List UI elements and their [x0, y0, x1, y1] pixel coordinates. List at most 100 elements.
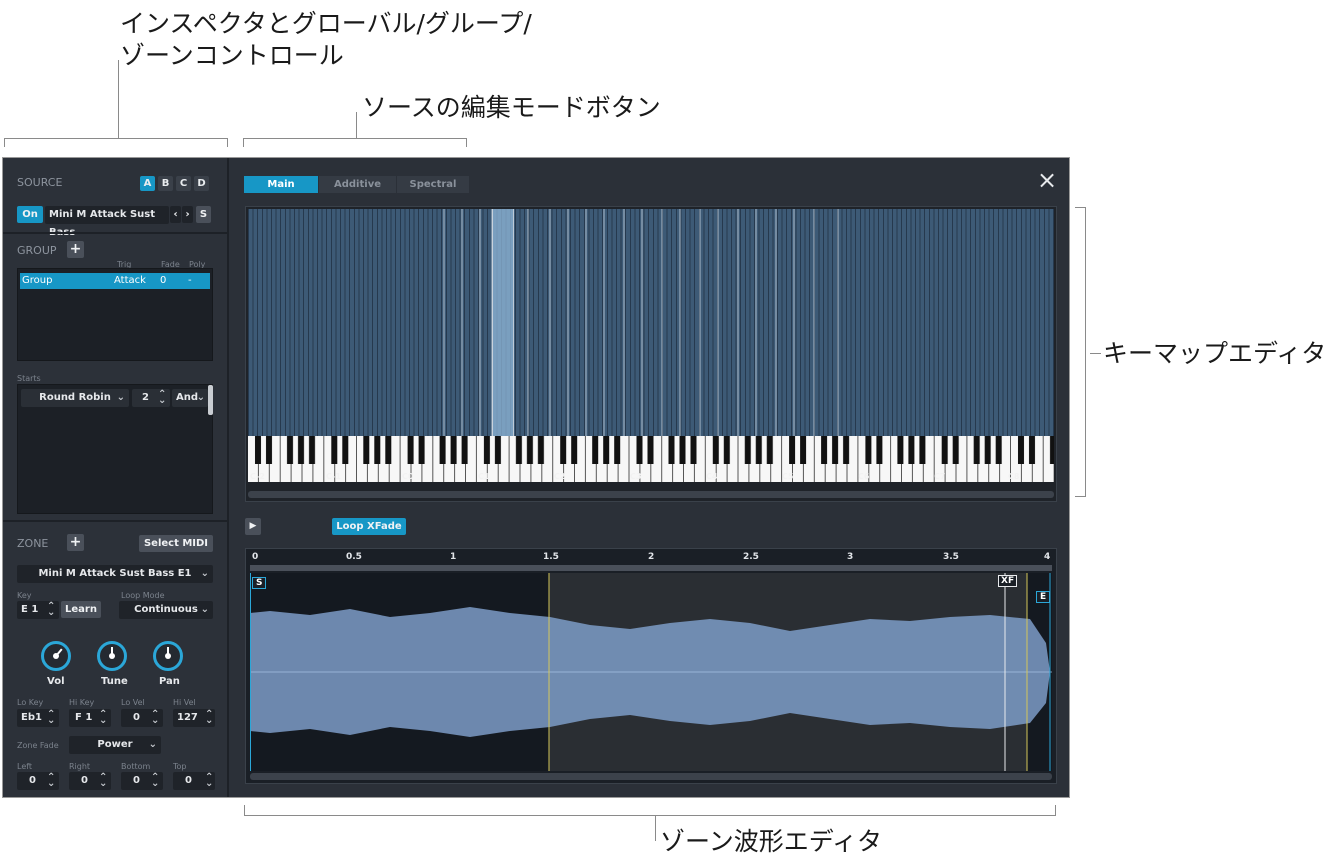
ruler-label: 3: [847, 552, 853, 562]
ruler-label: 0: [252, 552, 258, 562]
octave-label: C3: [630, 472, 641, 481]
starts-mode-select[interactable]: Round Robin ⌄: [21, 389, 129, 407]
source-b-button[interactable]: B: [158, 176, 173, 191]
pan-knob[interactable]: [153, 641, 183, 671]
key-zone-grid[interactable]: [248, 209, 1054, 436]
callout-inspector: インスペクタとグローバル/グループ/ ゾーンコントロール: [120, 8, 532, 72]
starts-label: Starts: [17, 374, 41, 383]
start-marker[interactable]: S: [252, 577, 266, 589]
loop-mode-label: Loop Mode: [121, 591, 165, 600]
key-field[interactable]: E 1 ⌃⌄: [17, 601, 59, 619]
pan-label: Pan: [159, 676, 180, 687]
leader-inspector: [118, 60, 119, 138]
stepper-icon[interactable]: ⌃⌄: [47, 775, 55, 787]
source-next-button[interactable]: ›: [182, 206, 193, 223]
waveform-scrollbar[interactable]: [250, 773, 1052, 780]
zone-label: ZONE: [17, 537, 48, 550]
vol-knob[interactable]: [41, 641, 71, 671]
callout-zone-waveform-editor: ゾーン波形エディタ: [660, 826, 882, 858]
end-marker[interactable]: E: [1036, 591, 1050, 603]
group-row[interactable]: Group Attack 0 -: [20, 273, 210, 289]
zone-fade-select[interactable]: Power ⌄: [69, 736, 161, 754]
source-prev-button[interactable]: ‹: [170, 206, 181, 223]
stepper-icon[interactable]: ⌃⌄: [158, 392, 166, 404]
callout-keymap-editor: キーマップエディタ: [1103, 338, 1326, 370]
source-label: SOURCE: [17, 176, 62, 189]
fade-bottom-value: 0: [133, 775, 140, 786]
keymap-scrollbar[interactable]: [248, 491, 1054, 498]
loop-range-bar[interactable]: [250, 565, 1052, 571]
group-row-fade: 0: [160, 273, 166, 289]
loop-mode-select[interactable]: Continuous ⌄: [119, 601, 213, 619]
zone-name-select[interactable]: Mini M Attack Sust Bass E1 ⌄: [17, 565, 213, 583]
tab-spectral[interactable]: Spectral: [397, 176, 469, 193]
hi-key-field[interactable]: F 1⌃⌄: [69, 709, 111, 727]
fade-bottom-field[interactable]: 0 ⌃⌄: [121, 772, 163, 790]
group-list[interactable]: Group Attack 0 -: [17, 268, 213, 361]
source-s-button[interactable]: S: [196, 206, 211, 223]
fade-left-field[interactable]: 0⌃⌄: [17, 772, 59, 790]
stepper-icon[interactable]: ⌃⌄: [205, 712, 213, 724]
group-row-trig: Attack: [114, 273, 146, 289]
tab-main[interactable]: Main: [244, 176, 318, 193]
zone-add-button[interactable]: +: [67, 534, 84, 551]
ruler-label: 1.5: [543, 552, 559, 562]
source-c-button[interactable]: C: [176, 176, 191, 191]
waveform-display[interactable]: [250, 573, 1052, 771]
editor-area: Main Additive Spectral ×: [229, 158, 1069, 797]
lo-vel-field[interactable]: 0⌃⌄: [121, 709, 163, 727]
starts-count-field[interactable]: 2 ⌃⌄: [132, 389, 170, 407]
source-sample-name[interactable]: Mini M Attack Sust Bass: [45, 206, 169, 224]
sampler-window: SOURCE A B C D On Mini M Attack Sust Bas…: [2, 157, 1070, 798]
play-button[interactable]: ▶: [245, 518, 261, 535]
close-icon[interactable]: ×: [1037, 166, 1057, 194]
group-row-poly: -: [188, 273, 192, 289]
stepper-icon[interactable]: ⌃⌄: [47, 712, 55, 724]
source-on-button[interactable]: On: [17, 206, 43, 223]
fade-top-label: Top: [173, 762, 187, 771]
xfade-marker[interactable]: XF: [998, 575, 1017, 587]
fade-top-field[interactable]: 0 ⌃⌄: [173, 772, 215, 790]
callout-source-edit-mode: ソースの編集モードボタン: [362, 92, 661, 124]
fade-top-value: 0: [185, 775, 192, 786]
divider: [3, 232, 227, 234]
keymap-editor: C-2 C-1 C0 C1 C2 C3 C4 C5 C6 C7 C8: [245, 206, 1057, 502]
tab-additive[interactable]: Additive: [319, 176, 396, 193]
stepper-icon[interactable]: ⌃⌄: [205, 775, 213, 787]
piano-keyboard[interactable]: C-2 C-1 C0 C1 C2 C3 C4 C5 C6 C7 C8: [248, 436, 1054, 482]
tune-knob[interactable]: [97, 641, 127, 671]
zone-lines: [248, 209, 1054, 436]
bracket-zone-waveform-editor: [244, 805, 1056, 816]
source-d-button[interactable]: D: [194, 176, 209, 191]
learn-button[interactable]: Learn: [61, 601, 101, 618]
octave-label: C-1: [326, 472, 341, 481]
group-add-button[interactable]: +: [67, 241, 84, 258]
stepper-icon[interactable]: ⌃⌄: [151, 775, 159, 787]
selected-zone[interactable]: [492, 209, 514, 436]
loop-xfade-button[interactable]: Loop XFade: [332, 518, 406, 535]
fade-bottom-label: Bottom: [121, 762, 150, 771]
stepper-icon[interactable]: ⌃⌄: [99, 712, 107, 724]
hi-key-label: Hi Key: [69, 698, 94, 707]
octave-label: C2: [554, 472, 565, 481]
source-a-button[interactable]: A: [140, 176, 155, 191]
fade-left-label: Left: [17, 762, 32, 771]
octave-label: C0: [402, 472, 413, 481]
chevron-down-icon: ⌄: [201, 601, 209, 619]
starts-logic-select[interactable]: And ⌄: [172, 389, 208, 407]
stepper-icon[interactable]: ⌃⌄: [151, 712, 159, 724]
fade-right-field[interactable]: 0 ⌃⌄: [69, 772, 111, 790]
ruler-label: 2: [648, 552, 654, 562]
lo-key-value: Eb1: [21, 712, 42, 723]
select-midi-button[interactable]: Select MIDI: [139, 535, 213, 552]
ruler-label: 4: [1044, 552, 1050, 562]
octave-label: C5: [782, 472, 793, 481]
hi-vel-field[interactable]: 127⌃⌄: [173, 709, 215, 727]
fade-right-value: 0: [81, 775, 88, 786]
lo-key-field[interactable]: Eb1 ⌃⌄: [17, 709, 59, 727]
stepper-icon[interactable]: ⌃⌄: [47, 604, 55, 616]
stepper-icon[interactable]: ⌃⌄: [99, 775, 107, 787]
starts-scrollbar[interactable]: [208, 385, 213, 415]
bracket-source-edit-mode: [243, 138, 467, 147]
chevron-down-icon: ⌄: [117, 389, 125, 407]
